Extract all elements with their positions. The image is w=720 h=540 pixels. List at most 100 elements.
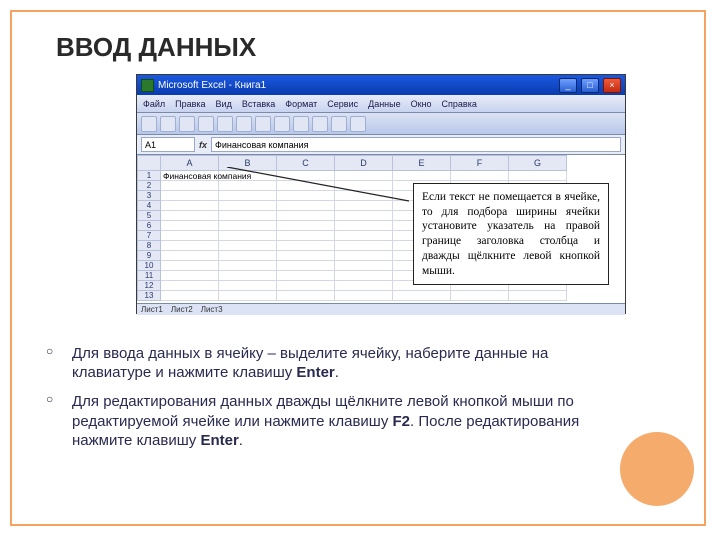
toolbar-button[interactable] <box>141 116 157 132</box>
cell[interactable] <box>335 281 393 291</box>
row-header[interactable]: 13 <box>137 291 161 301</box>
cell[interactable] <box>451 171 509 181</box>
col-header[interactable]: C <box>277 155 335 171</box>
cell[interactable] <box>509 291 567 301</box>
cell[interactable] <box>509 171 567 181</box>
menu-item[interactable]: Файл <box>143 99 165 109</box>
row-header[interactable]: 7 <box>137 231 161 241</box>
sheet-tab[interactable]: Лист2 <box>171 305 193 314</box>
name-box[interactable]: A1 <box>141 137 195 152</box>
cell[interactable] <box>277 231 335 241</box>
menu-item[interactable]: Вид <box>216 99 232 109</box>
row-header[interactable]: 1 <box>137 171 161 181</box>
cell[interactable] <box>335 211 393 221</box>
row-header[interactable]: 8 <box>137 241 161 251</box>
cell[interactable] <box>277 221 335 231</box>
col-header[interactable]: F <box>451 155 509 171</box>
menu-item[interactable]: Вставка <box>242 99 275 109</box>
cell[interactable] <box>335 191 393 201</box>
col-header[interactable]: A <box>161 155 219 171</box>
cell[interactable] <box>219 261 277 271</box>
cell[interactable] <box>277 281 335 291</box>
cell[interactable] <box>335 171 393 181</box>
select-all-corner[interactable] <box>137 155 161 171</box>
cell[interactable] <box>277 241 335 251</box>
cell[interactable] <box>335 251 393 261</box>
row-header[interactable]: 2 <box>137 181 161 191</box>
cell[interactable] <box>335 201 393 211</box>
toolbar-button[interactable] <box>217 116 233 132</box>
cell[interactable] <box>277 201 335 211</box>
cell[interactable] <box>161 261 219 271</box>
menu-item[interactable]: Правка <box>175 99 205 109</box>
col-header[interactable]: D <box>335 155 393 171</box>
cell[interactable] <box>277 251 335 261</box>
cell[interactable] <box>219 231 277 241</box>
cell[interactable] <box>219 251 277 261</box>
toolbar-button[interactable] <box>293 116 309 132</box>
maximize-button[interactable]: □ <box>581 78 599 93</box>
cell[interactable] <box>277 211 335 221</box>
row-header[interactable]: 5 <box>137 211 161 221</box>
cell[interactable] <box>451 291 509 301</box>
toolbar-button[interactable] <box>350 116 366 132</box>
cell[interactable] <box>335 291 393 301</box>
cell[interactable] <box>219 181 277 191</box>
menu-item[interactable]: Сервис <box>327 99 358 109</box>
menu-item[interactable]: Формат <box>285 99 317 109</box>
row-header[interactable]: 4 <box>137 201 161 211</box>
row-header[interactable]: 9 <box>137 251 161 261</box>
toolbar-button[interactable] <box>331 116 347 132</box>
cell[interactable] <box>335 181 393 191</box>
cell[interactable] <box>335 261 393 271</box>
cell[interactable] <box>219 201 277 211</box>
cell[interactable] <box>161 191 219 201</box>
cell[interactable] <box>161 181 219 191</box>
toolbar-button[interactable] <box>274 116 290 132</box>
cell[interactable] <box>335 271 393 281</box>
col-header[interactable]: B <box>219 155 277 171</box>
cell[interactable] <box>335 231 393 241</box>
cell[interactable] <box>277 261 335 271</box>
toolbar-button[interactable] <box>312 116 328 132</box>
toolbar-button[interactable] <box>198 116 214 132</box>
cell[interactable] <box>161 221 219 231</box>
formula-input[interactable]: Финансовая компания <box>211 137 621 152</box>
toolbar-button[interactable] <box>236 116 252 132</box>
cell[interactable] <box>277 181 335 191</box>
col-header[interactable]: G <box>509 155 567 171</box>
cell[interactable] <box>161 291 219 301</box>
row-header[interactable]: 10 <box>137 261 161 271</box>
sheet-tab[interactable]: Лист1 <box>141 305 163 314</box>
row-header[interactable]: 6 <box>137 221 161 231</box>
minimize-button[interactable]: _ <box>559 78 577 93</box>
menu-item[interactable]: Справка <box>442 99 477 109</box>
cell[interactable] <box>393 171 451 181</box>
row-header[interactable]: 11 <box>137 271 161 281</box>
cell[interactable] <box>219 271 277 281</box>
toolbar-button[interactable] <box>179 116 195 132</box>
cell[interactable] <box>161 251 219 261</box>
cell[interactable] <box>219 221 277 231</box>
toolbar-button[interactable] <box>160 116 176 132</box>
cell[interactable] <box>161 231 219 241</box>
toolbar-button[interactable] <box>255 116 271 132</box>
menu-item[interactable]: Окно <box>411 99 432 109</box>
cell[interactable] <box>277 171 335 181</box>
cell[interactable] <box>219 191 277 201</box>
cell[interactable] <box>335 241 393 251</box>
row-header[interactable]: 3 <box>137 191 161 201</box>
cell[interactable] <box>335 221 393 231</box>
cell[interactable] <box>393 291 451 301</box>
row-header[interactable]: 12 <box>137 281 161 291</box>
cell-a1[interactable]: Финансовая компания <box>161 171 219 181</box>
cell[interactable] <box>161 201 219 211</box>
cell[interactable] <box>161 281 219 291</box>
close-button[interactable]: × <box>603 78 621 93</box>
col-header[interactable]: E <box>393 155 451 171</box>
cell[interactable] <box>219 241 277 251</box>
cell[interactable] <box>219 281 277 291</box>
cell[interactable] <box>277 271 335 281</box>
menu-item[interactable]: Данные <box>368 99 401 109</box>
cell[interactable] <box>277 191 335 201</box>
